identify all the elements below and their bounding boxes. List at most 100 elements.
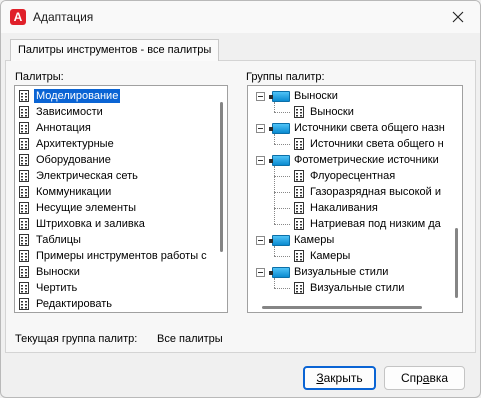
tool-palette-icon <box>294 250 304 262</box>
tree-connector <box>274 112 290 113</box>
palette-group-node[interactable]: Выноски <box>256 88 340 104</box>
tool-palette-icon <box>19 266 29 278</box>
palette-group-label: Выноски <box>294 90 338 102</box>
palette-group-label: Визуальные стили <box>294 266 389 278</box>
palette-groups-label: Группы палитр: <box>246 71 325 83</box>
palette-list-item[interactable]: Выноски <box>17 264 213 280</box>
tree-connector <box>274 176 290 177</box>
tool-palette-icon <box>19 250 29 262</box>
collapse-toggle-icon[interactable] <box>256 91 265 101</box>
palettes-list[interactable]: Моделирование Зависимости Аннотация Архитек… <box>14 85 228 313</box>
palette-list-item[interactable]: Чертить <box>17 280 213 296</box>
palette-group-child[interactable]: Источники света общего н <box>292 136 446 152</box>
palette-item-label: Архитектурные <box>36 138 114 150</box>
close-icon <box>452 11 464 23</box>
palette-item-label: Моделирование <box>34 89 121 103</box>
palette-group-child[interactable]: Газоразрядная высокой и <box>292 184 443 200</box>
palette-groups-tree[interactable]: Выноски Выноски Источники света общего наз… <box>247 85 463 313</box>
palette-item-label: Редактировать <box>36 298 112 310</box>
close-button-rest: акрыть <box>323 371 363 385</box>
groups-scrollbar-thumb[interactable] <box>455 228 458 298</box>
palette-list-item[interactable]: Примеры инструментов работы с <box>17 248 213 264</box>
tool-palette-icon <box>19 282 29 294</box>
collapse-toggle-icon[interactable] <box>256 123 265 133</box>
tool-palette-icon <box>19 170 29 182</box>
palette-item-label: Выноски <box>36 266 80 278</box>
tool-palette-icon <box>19 106 29 118</box>
palette-group-child[interactable]: Флуоресцентная <box>292 168 397 184</box>
tree-connector <box>274 208 290 209</box>
palette-group-child[interactable]: Визуальные стили <box>292 280 406 296</box>
tool-palette-icon <box>294 138 304 150</box>
tool-palette-icon <box>294 106 304 118</box>
palette-list-item[interactable]: Зависимости <box>17 104 213 120</box>
palette-group-node[interactable]: Источники света общего назн <box>256 120 447 136</box>
palette-item-label: Примеры инструментов работы с <box>36 250 207 262</box>
current-group-label: Текущая группа палитр: <box>15 333 138 345</box>
tool-palette-icon <box>294 282 304 294</box>
palette-list-item[interactable]: Таблицы <box>17 232 213 248</box>
autocad-app-icon: A <box>10 9 26 25</box>
tool-palette-icon <box>19 154 29 166</box>
palette-item-label: Зависимости <box>36 106 103 118</box>
tree-connector <box>274 288 290 289</box>
palette-group-child[interactable]: Натриевая под низким да <box>292 216 443 232</box>
palette-group-child[interactable]: Накаливания <box>292 200 380 216</box>
tree-connector <box>274 256 290 257</box>
palette-item-label: Оборудование <box>36 154 111 166</box>
palette-list-item[interactable]: Электрическая сеть <box>17 168 213 184</box>
palette-item-label: Аннотация <box>36 122 91 134</box>
palette-group-label: Газоразрядная высокой и <box>310 186 441 198</box>
palette-group-node[interactable]: Фотометрические источники <box>256 152 441 168</box>
palette-group-icon <box>269 90 290 102</box>
help-button-rest: вка <box>429 371 449 385</box>
palettes-scrollbar[interactable] <box>220 88 225 310</box>
window-close-button[interactable] <box>444 5 472 29</box>
palettes-scrollbar-thumb[interactable] <box>220 102 223 252</box>
tool-palette-icon <box>19 218 29 230</box>
tool-palette-icon <box>19 186 29 198</box>
palette-list-item[interactable]: Штриховка и заливка <box>17 216 213 232</box>
palette-group-node[interactable]: Камеры <box>256 232 336 248</box>
palette-list-item[interactable]: Несущие элементы <box>17 200 213 216</box>
groups-hscrollbar[interactable] <box>262 306 442 310</box>
collapse-toggle-icon[interactable] <box>256 155 265 165</box>
palette-group-icon <box>269 154 290 166</box>
tool-palette-icon <box>294 170 304 182</box>
palette-group-label: Флуоресцентная <box>310 170 396 182</box>
palette-group-child[interactable]: Выноски <box>292 104 356 120</box>
current-group-value: Все палитры <box>157 333 223 345</box>
palette-list-item[interactable]: Коммуникации <box>17 184 213 200</box>
title-bar: A Адаптация <box>1 1 480 33</box>
palette-group-child[interactable]: Камеры <box>292 248 352 264</box>
tool-palette-icon <box>19 298 29 310</box>
palette-group-label: Камеры <box>310 250 351 262</box>
tree-connector <box>274 166 275 224</box>
groups-scrollbar[interactable] <box>455 88 460 310</box>
tool-palette-icon <box>294 202 304 214</box>
help-button[interactable]: Справка <box>384 366 465 390</box>
tree-connector <box>274 192 290 193</box>
palette-item-label: Электрическая сеть <box>36 170 138 182</box>
palette-list-item[interactable]: Аннотация <box>17 120 213 136</box>
palette-list-item[interactable]: Оборудование <box>17 152 213 168</box>
palette-item-label: Штриховка и заливка <box>36 218 145 230</box>
palette-group-node[interactable]: Визуальные стили <box>256 264 390 280</box>
palette-item-label: Несущие элементы <box>36 202 137 214</box>
palette-list-item[interactable]: Моделирование <box>17 88 213 104</box>
palette-list-item[interactable]: Архитектурные <box>17 136 213 152</box>
close-button[interactable]: Закрыть <box>303 366 376 390</box>
tab-all-palettes[interactable]: Палитры инструментов - все палитры <box>10 39 220 61</box>
palette-item-label: Чертить <box>36 282 78 294</box>
groups-hscrollbar-thumb[interactable] <box>262 306 422 309</box>
palette-group-label: Выноски <box>310 106 354 118</box>
collapse-toggle-icon[interactable] <box>256 235 265 245</box>
palette-list-item[interactable]: Редактировать <box>17 296 213 312</box>
collapse-toggle-icon[interactable] <box>256 267 265 277</box>
palette-group-label: Источники света общего назн <box>294 122 445 134</box>
tool-palette-icon <box>19 138 29 150</box>
tree-connector <box>274 246 275 256</box>
palette-group-label: Натриевая под низким да <box>310 218 441 230</box>
palette-item-label: Коммуникации <box>36 186 112 198</box>
palette-group-icon <box>269 234 290 246</box>
